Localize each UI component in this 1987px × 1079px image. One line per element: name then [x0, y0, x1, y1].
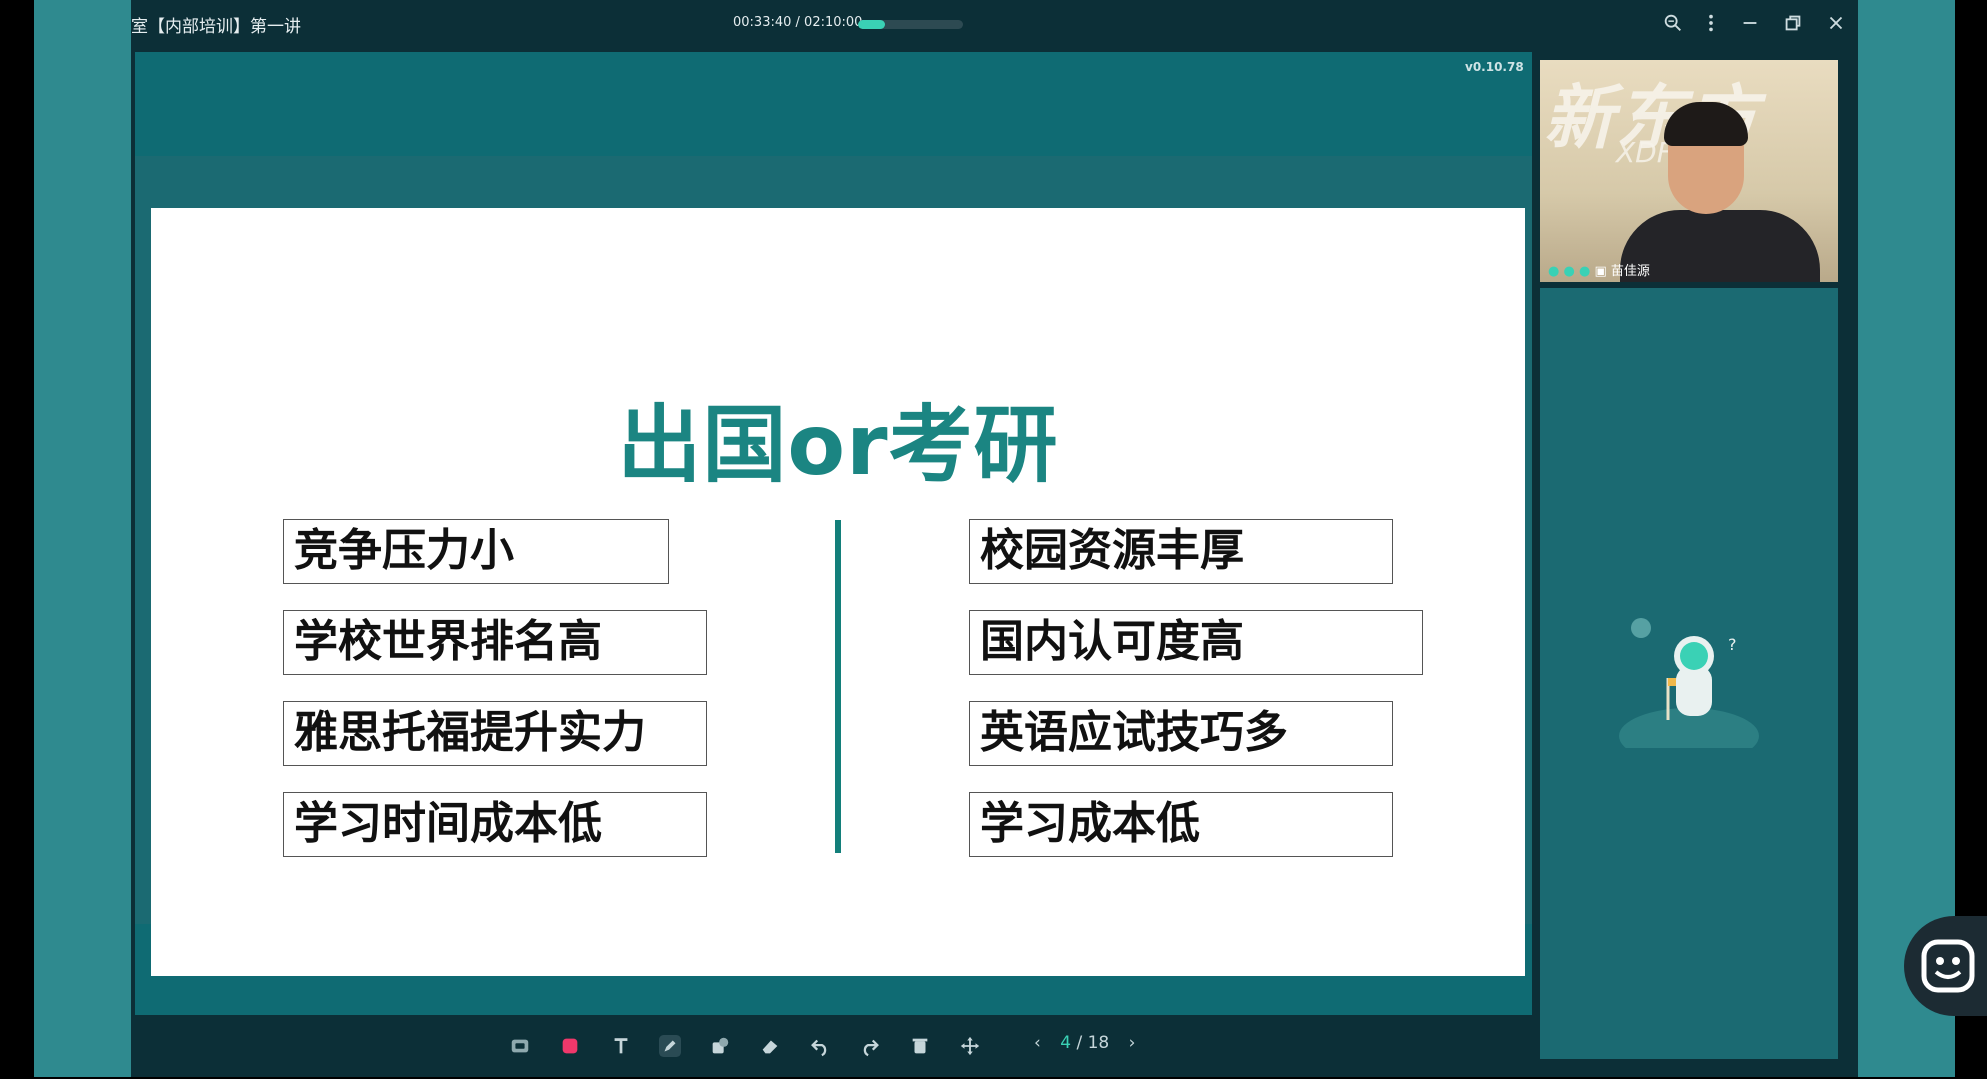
stage-top-band [135, 52, 1532, 156]
video-name-bar: ● ● ● ▣ 苗佳源 [1548, 260, 1650, 279]
left-item: 学习时间成本低 [283, 792, 707, 857]
smile-icon [1921, 939, 1975, 993]
center-divider [835, 520, 841, 853]
left-item: 竞争压力小 [283, 519, 669, 584]
time-total: / 02:10:00 [795, 15, 863, 30]
title-bar: 室【内部培训】第一讲 00:33:40 / 02:10:00 [131, 0, 1858, 48]
move-icon[interactable] [959, 1035, 981, 1057]
teacher-video: 新东方 XDF ● ● ● ▣ 苗佳源 [1540, 60, 1838, 282]
restore-icon[interactable] [1781, 12, 1805, 36]
page-indicator: ‹ 4 / 18 › [1034, 1033, 1135, 1053]
whiteboard-toolbar: ‹ 4 / 18 › [131, 1015, 1532, 1077]
backdrop-left [34, 0, 131, 1079]
delete-icon[interactable] [909, 1035, 931, 1057]
side-empty-area: ? [1540, 288, 1838, 1059]
page-total: / 18 [1076, 1033, 1110, 1053]
redo-icon[interactable] [859, 1035, 881, 1057]
page-current: 4 [1060, 1033, 1072, 1053]
shape-icon[interactable] [709, 1035, 731, 1057]
left-item: 学校世界排名高 [283, 610, 707, 675]
pen-icon[interactable] [659, 1035, 681, 1057]
mic-icon: ● ● ● [1548, 264, 1591, 279]
slide: 出国or考研 竞争压力小 学校世界排名高 雅思托福提升实力 学习时间成本低 校园… [151, 208, 1525, 976]
zoom-search-icon[interactable] [1661, 12, 1685, 36]
right-item: 学习成本低 [969, 792, 1393, 857]
teacher-name: 苗佳源 [1610, 264, 1650, 279]
close-icon[interactable] [1824, 12, 1848, 36]
color-icon[interactable] [559, 1035, 581, 1057]
astronaut-illustration: ? [1619, 618, 1759, 748]
more-vertical-icon[interactable] [1699, 12, 1723, 36]
right-item: 英语应试技巧多 [969, 701, 1393, 766]
courseware-stage: 出国or考研 竞争压力小 学校世界排名高 雅思托福提升实力 学习时间成本低 校园… [135, 52, 1532, 1067]
next-page-icon[interactable]: › [1129, 1033, 1136, 1053]
undo-icon[interactable] [809, 1035, 831, 1057]
side-panel: 新东方 XDF ● ● ● ▣ 苗佳源 ? [1536, 52, 1858, 1077]
svg-text:?: ? [1728, 635, 1737, 654]
right-item: 国内认可度高 [969, 610, 1423, 675]
slide-title: 出国or考研 [617, 396, 1059, 494]
text-icon[interactable] [610, 1035, 632, 1057]
select-icon[interactable] [509, 1035, 531, 1057]
window-title: 室【内部培训】第一讲 [131, 17, 301, 37]
black-margin-left [0, 0, 34, 1079]
version-label: v0.10.78 [1465, 60, 1524, 74]
prev-page-icon[interactable]: ‹ [1034, 1033, 1041, 1053]
camera-icon: ▣ [1594, 264, 1607, 279]
playback-progress-fill [858, 20, 886, 29]
left-item: 雅思托福提升实力 [283, 701, 707, 766]
minimize-icon[interactable] [1738, 12, 1762, 36]
right-item: 校园资源丰厚 [969, 519, 1393, 584]
eraser-icon[interactable] [759, 1035, 781, 1057]
playback-time: 00:33:40 / 02:10:00 [733, 15, 862, 30]
classroom-window: 室【内部培训】第一讲 00:33:40 / 02:10:00 出国or考研 竞争 [131, 0, 1858, 1077]
playback-progress[interactable] [858, 20, 963, 29]
teacher-body [1620, 210, 1820, 282]
time-current: 00:33:40 [733, 15, 792, 30]
